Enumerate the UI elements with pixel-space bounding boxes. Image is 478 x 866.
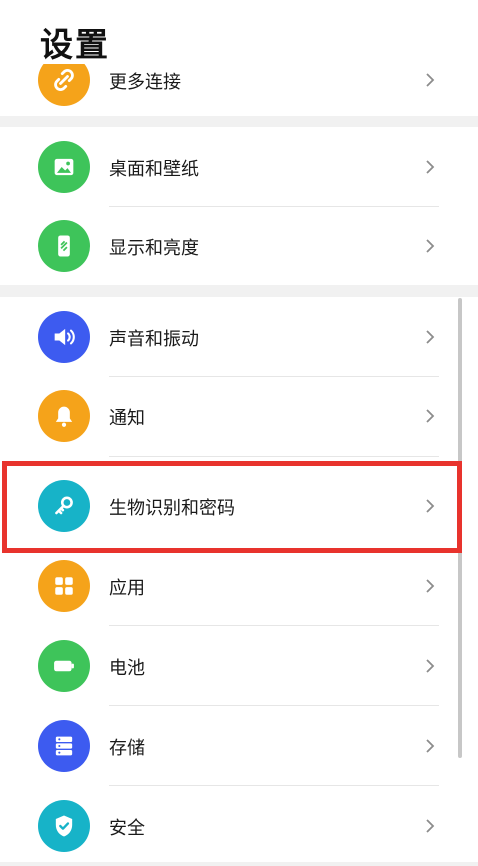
storage-icon bbox=[38, 720, 90, 772]
chevron-right-icon bbox=[426, 160, 435, 174]
row-apps[interactable]: 应用 bbox=[0, 546, 478, 626]
chevron-right-icon bbox=[426, 239, 435, 253]
settings-group-display: 桌面和壁纸 显示和亮度 bbox=[0, 127, 478, 285]
chevron-right-icon bbox=[426, 73, 435, 87]
row-battery[interactable]: 电池 bbox=[0, 626, 478, 706]
apps-grid-icon bbox=[38, 560, 90, 612]
row-label: 应用 bbox=[109, 578, 145, 599]
row-label: 通知 bbox=[109, 408, 145, 429]
row-security[interactable]: 安全 bbox=[0, 786, 478, 866]
shield-icon bbox=[38, 800, 90, 852]
battery-icon bbox=[38, 640, 90, 692]
row-label: 更多连接 bbox=[109, 72, 181, 93]
bell-icon bbox=[38, 390, 90, 442]
row-label: 显示和亮度 bbox=[109, 238, 199, 259]
chevron-right-icon bbox=[426, 330, 435, 344]
row-desktop-wallpaper[interactable]: 桌面和壁纸 bbox=[0, 127, 478, 207]
chevron-right-icon bbox=[426, 819, 435, 833]
chevron-right-icon bbox=[426, 739, 435, 753]
row-storage[interactable]: 存储 bbox=[0, 706, 478, 786]
row-label: 声音和振动 bbox=[109, 329, 199, 350]
row-notifications[interactable]: 通知 bbox=[0, 377, 478, 457]
divider bbox=[109, 456, 439, 457]
chevron-right-icon bbox=[426, 579, 435, 593]
highlight-box bbox=[2, 461, 462, 553]
row-label: 电池 bbox=[109, 658, 145, 679]
chevron-right-icon bbox=[426, 409, 435, 423]
header: 设置 bbox=[0, 0, 478, 64]
phone-brightness-icon bbox=[38, 220, 90, 272]
chevron-right-icon bbox=[426, 659, 435, 673]
speaker-icon bbox=[38, 311, 90, 363]
row-display-brightness[interactable]: 显示和亮度 bbox=[0, 207, 478, 287]
row-label: 桌面和壁纸 bbox=[109, 159, 199, 180]
settings-group-device: 声音和振动 通知 生物识别和密码 应用 电池 存储 安全 bbox=[0, 297, 478, 862]
row-label: 存储 bbox=[109, 738, 145, 759]
page-title: 设置 bbox=[40, 25, 110, 64]
row-sound-vibration[interactable]: 声音和振动 bbox=[0, 297, 478, 377]
image-icon bbox=[38, 141, 90, 193]
row-label: 安全 bbox=[109, 818, 145, 839]
